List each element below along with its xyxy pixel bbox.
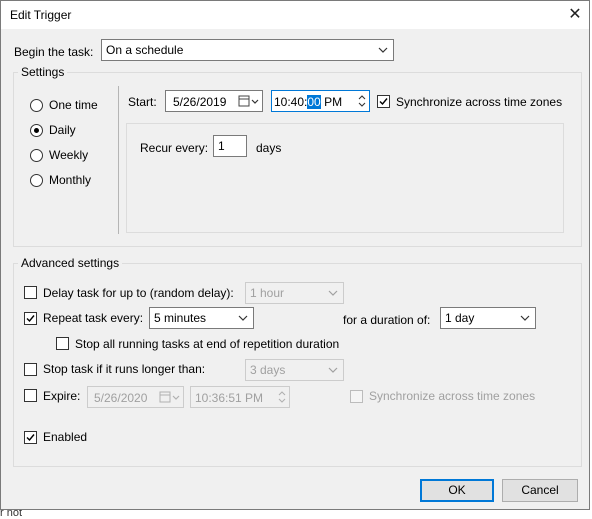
recur-label: Recur every: — [140, 141, 209, 155]
expire-time-value: 10:36:51 PM — [195, 391, 264, 405]
cancel-button[interactable]: Cancel — [502, 479, 578, 502]
start-time-selected-seconds: 00 — [307, 95, 321, 109]
expire-time-field[interactable]: 10:36:51 PM — [190, 386, 290, 408]
radio-button-selected[interactable] — [30, 124, 43, 137]
expire-label: Expire: — [43, 389, 81, 403]
repeat-checkbox[interactable] — [24, 312, 37, 325]
calendar-icon[interactable] — [159, 391, 181, 404]
start-time-field[interactable]: 10:40:00 PM — [271, 90, 370, 112]
duration-dropdown[interactable]: 1 day — [440, 307, 536, 329]
radio-label: Daily — [49, 123, 76, 137]
enabled-checkbox[interactable] — [24, 431, 37, 444]
recur-value: 1 — [218, 139, 225, 153]
radio-button[interactable] — [30, 99, 43, 112]
delay-label: Delay task for up to (random delay): — [43, 286, 234, 300]
stop-if-checkbox[interactable] — [24, 363, 37, 376]
settings-title: Settings — [18, 65, 68, 79]
checkmark-icon — [26, 434, 35, 442]
repeat-dropdown[interactable]: 5 minutes — [149, 307, 254, 329]
start-time-text: 10:40:00 PM — [274, 95, 342, 109]
delay-dropdown[interactable]: 1 hour — [245, 282, 344, 304]
begin-task-label: Begin the task: — [14, 45, 94, 59]
radio-label: One time — [49, 98, 98, 112]
duration-label: for a duration of: — [343, 313, 431, 327]
delay-value: 1 hour — [250, 286, 285, 300]
expire-date-value: 5/26/2020 — [94, 391, 148, 405]
ok-button[interactable]: OK — [420, 479, 494, 502]
radio-button[interactable] — [30, 174, 43, 187]
vertical-divider — [118, 86, 119, 234]
recur-panel — [126, 123, 564, 233]
begin-task-value: On a schedule — [106, 43, 184, 57]
stop-running-checkbox[interactable] — [56, 337, 69, 350]
repeat-value: 5 minutes — [154, 311, 207, 325]
stop-if-value: 3 days — [250, 363, 286, 377]
edit-trigger-dialog: Edit Trigger ✕ Begin the task: On a sche… — [0, 0, 590, 510]
recur-input[interactable]: 1 — [213, 135, 247, 157]
start-time-suffix: PM — [320, 95, 343, 109]
window-title: Edit Trigger — [10, 8, 72, 22]
delay-checkbox[interactable] — [24, 286, 37, 299]
sync-timezones-label: Synchronize across time zones — [396, 95, 563, 109]
enabled-label: Enabled — [43, 430, 88, 444]
duration-value: 1 day — [445, 311, 475, 325]
close-icon[interactable]: ✕ — [561, 3, 589, 27]
stop-running-label: Stop all running tasks at end of repetit… — [75, 337, 340, 351]
checkmark-icon — [26, 315, 35, 323]
recur-unit: days — [256, 141, 282, 155]
radio-dot-icon — [34, 128, 39, 133]
start-time-prefix: 10:40: — [274, 95, 308, 109]
radio-button[interactable] — [30, 149, 43, 162]
stop-if-label: Stop task if it runs longer than: — [43, 362, 206, 376]
spinner-icon[interactable] — [355, 91, 369, 111]
radio-label: Weekly — [49, 148, 89, 162]
advanced-settings-title: Advanced settings — [18, 256, 123, 270]
title-bar: Edit Trigger ✕ — [1, 1, 589, 29]
chevron-down-icon — [328, 367, 338, 373]
expire-checkbox[interactable] — [24, 389, 37, 402]
stop-if-dropdown[interactable]: 3 days — [245, 359, 344, 381]
start-label: Start: — [128, 95, 157, 109]
chevron-down-icon — [328, 290, 338, 296]
expire-date-picker[interactable]: 5/26/2020 — [87, 386, 184, 408]
start-date-value: 5/26/2019 — [173, 95, 227, 109]
radio-label: Monthly — [49, 173, 92, 187]
begin-task-dropdown[interactable]: On a schedule — [101, 39, 394, 61]
chevron-down-icon — [520, 315, 530, 321]
expire-sync-label: Synchronize across time zones — [369, 389, 536, 403]
spinner-icon[interactable] — [275, 387, 289, 407]
checkmark-icon — [379, 98, 388, 106]
repeat-label: Repeat task every: — [43, 311, 144, 325]
start-date-picker[interactable]: 5/26/2019 — [165, 90, 263, 112]
sync-timezones-checkbox[interactable] — [377, 95, 390, 108]
calendar-icon[interactable] — [238, 95, 260, 108]
chevron-down-icon — [238, 315, 248, 321]
chevron-down-icon — [378, 47, 388, 53]
expire-sync-checkbox[interactable] — [350, 390, 363, 403]
